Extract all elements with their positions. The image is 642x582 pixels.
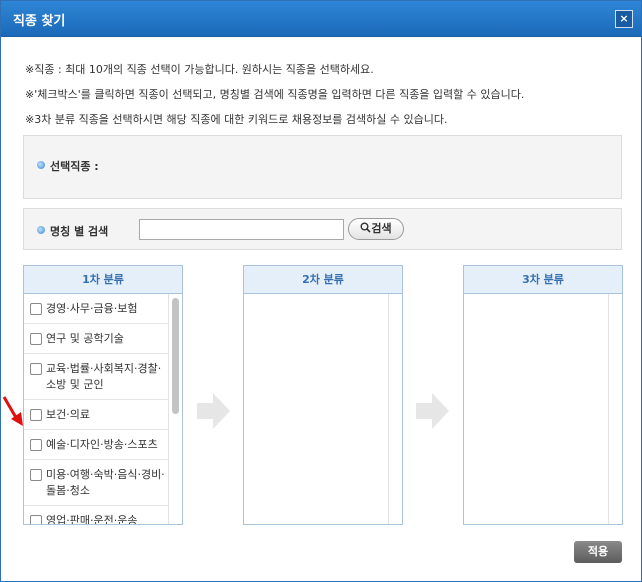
level1-item-label: 연구 및 공학기술: [46, 332, 124, 345]
note-max-selection: ※직종 : 최대 10개의 직종 선택이 가능합니다. 원하시는 직종을 선택하…: [25, 63, 374, 76]
name-search-panel: 명칭 별 검색 검색: [23, 208, 622, 250]
close-icon: ×: [619, 12, 629, 25]
level1-scrollbar[interactable]: [168, 294, 182, 524]
item-checkbox[interactable]: [30, 439, 42, 451]
close-button[interactable]: ×: [615, 10, 633, 28]
selected-jobs-panel: 선택직종 :: [23, 135, 622, 199]
level1-item[interactable]: 미용·여행·숙박·음식·경비·돌봄·청소: [24, 460, 169, 506]
level1-item[interactable]: 경영·사무·금융·보험: [24, 294, 169, 324]
search-button-label: 검색: [371, 222, 392, 235]
level1-header: 1차 분류: [24, 266, 182, 294]
level1-item[interactable]: 교육·법률·사회복지·경찰·소방 및 군인: [24, 354, 169, 400]
pointer-arrow-icon: [2, 396, 23, 426]
item-checkbox[interactable]: [30, 469, 42, 481]
level3-scrollbar[interactable]: [608, 294, 622, 524]
bullet-icon: [37, 226, 45, 234]
level1-item-label: 미용·여행·숙박·음식·경비·돌봄·청소: [46, 468, 165, 497]
level1-item-label: 교육·법률·사회복지·경찰·소방 및 군인: [46, 362, 162, 391]
job-search-dialog: 직종 찾기 × ※직종 : 최대 10개의 직종 선택이 가능합니다. 원하시는…: [0, 0, 642, 582]
name-search-label: 명칭 별 검색: [50, 225, 109, 238]
item-checkbox[interactable]: [30, 363, 42, 375]
level1-item-label: 보건·의료: [46, 408, 90, 421]
level1-item[interactable]: 영업·판매·운전·운송: [24, 506, 169, 525]
arrow-right-icon: [416, 393, 449, 429]
name-search-input[interactable]: [139, 219, 344, 240]
search-button[interactable]: 검색: [348, 218, 404, 240]
bullet-icon: [37, 161, 45, 169]
level1-item[interactable]: 보건·의료: [24, 400, 169, 430]
item-checkbox[interactable]: [30, 303, 42, 315]
level1-item[interactable]: 예술·디자인·방송·스포츠: [24, 430, 169, 460]
level3-category-list: 3차 분류: [463, 265, 623, 525]
title-bar: 직종 찾기 ×: [1, 1, 641, 37]
magnifier-icon: [360, 222, 371, 233]
selected-jobs-label: 선택직종 :: [50, 160, 99, 173]
level2-category-list: 2차 분류: [243, 265, 403, 525]
item-checkbox[interactable]: [30, 409, 42, 421]
level1-item[interactable]: 연구 및 공학기술: [24, 324, 169, 354]
note-level3-help: ※3차 분류 직종을 선택하시면 해당 직종에 대한 키워드로 채용정보를 검색…: [25, 113, 448, 126]
level2-header: 2차 분류: [244, 266, 402, 294]
apply-button[interactable]: 적용: [574, 541, 622, 563]
scroll-thumb[interactable]: [172, 298, 179, 414]
item-checkbox[interactable]: [30, 333, 42, 345]
level1-category-list: 1차 분류 경영·사무·금융·보험연구 및 공학기술교육·법률·사회복지·경찰·…: [23, 265, 183, 525]
arrow-right-icon: [197, 393, 230, 429]
note-checkbox-help: ※'체크박스'를 클릭하면 직종이 선택되고, 명칭별 검색에 직종명을 입력하…: [25, 88, 525, 101]
level1-item-label: 경영·사무·금융·보험: [46, 302, 138, 315]
level1-item-label: 예술·디자인·방송·스포츠: [46, 438, 158, 451]
dialog-title: 직종 찾기: [13, 14, 66, 29]
level3-header: 3차 분류: [464, 266, 622, 294]
item-checkbox[interactable]: [30, 515, 42, 524]
level1-items: 경영·사무·금융·보험연구 및 공학기술교육·법률·사회복지·경찰·소방 및 군…: [24, 294, 169, 525]
level1-item-label: 영업·판매·운전·운송: [46, 514, 138, 525]
level2-scrollbar[interactable]: [388, 294, 402, 524]
